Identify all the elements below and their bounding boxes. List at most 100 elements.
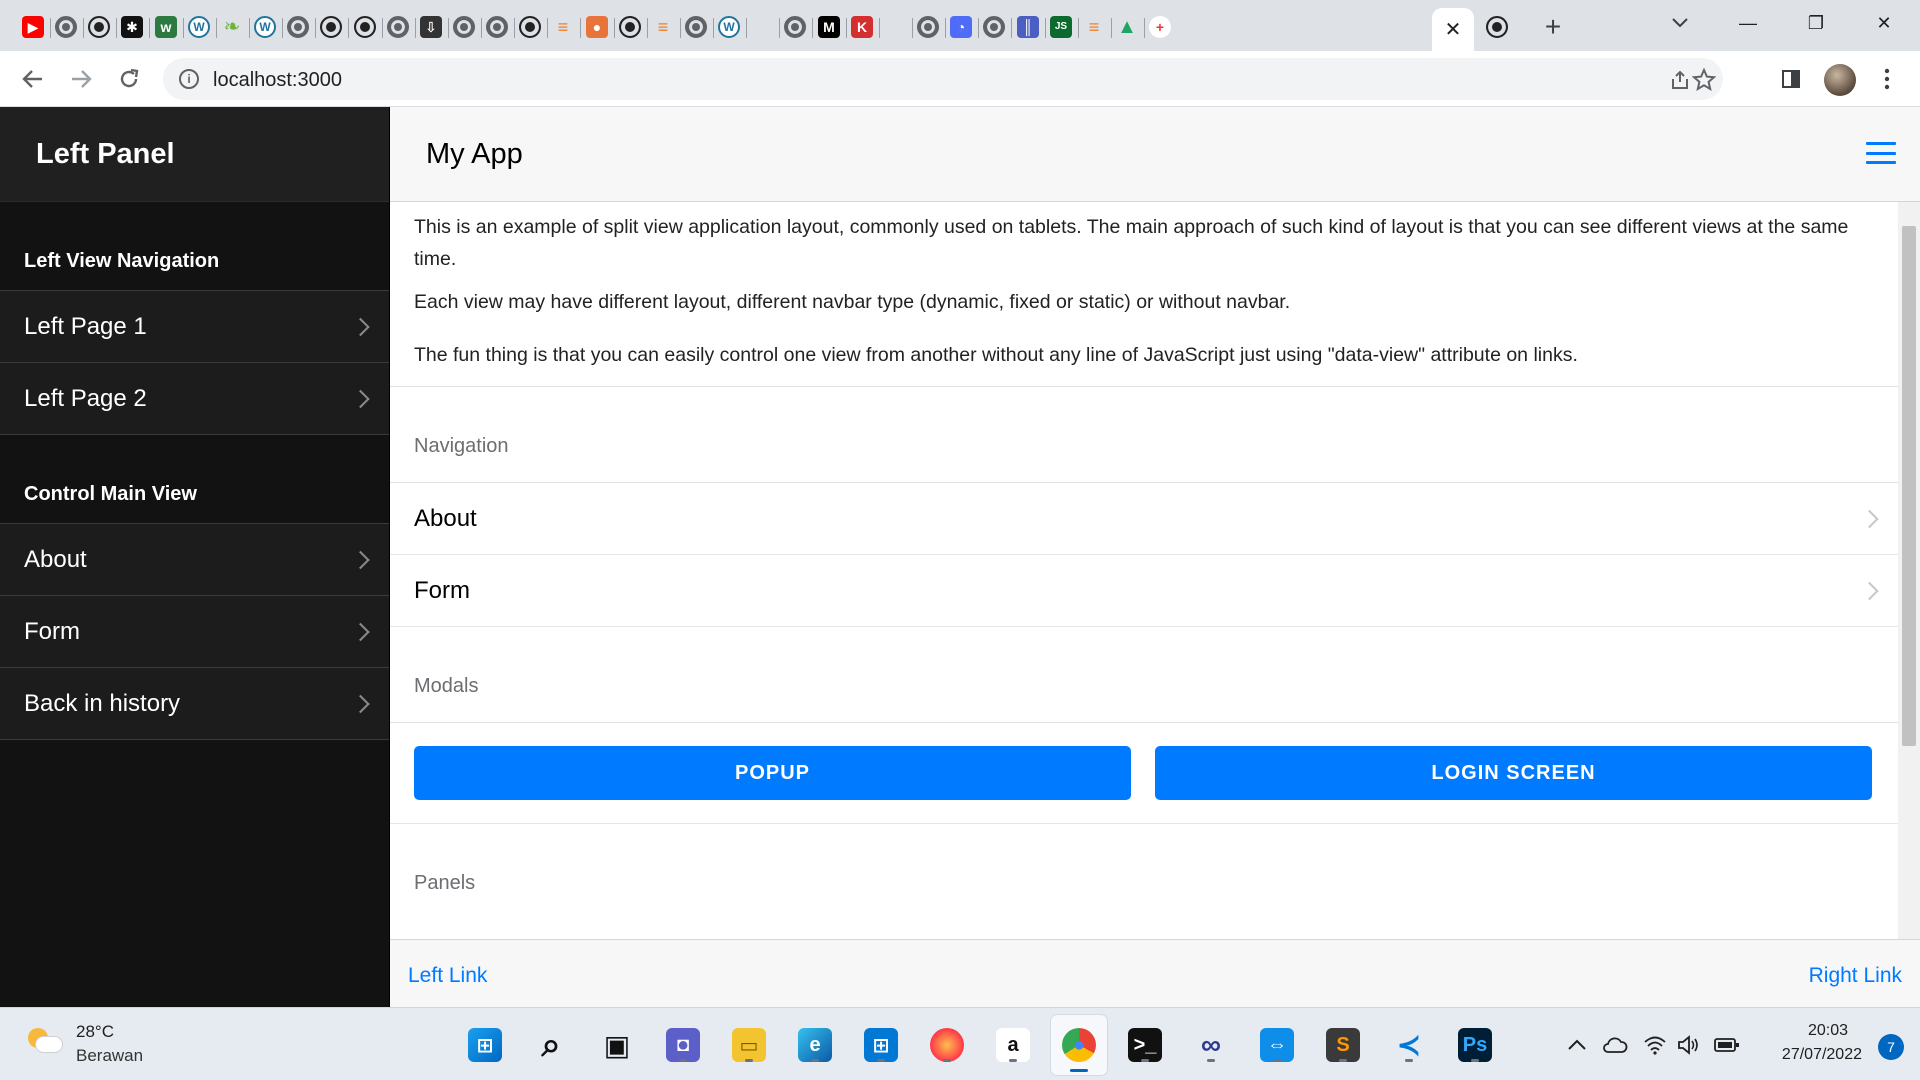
site-info-icon[interactable]: i — [179, 69, 199, 89]
taskbar-app[interactable]: ∞ — [1191, 1025, 1231, 1065]
blue-swirl-icon: ◔ — [950, 16, 972, 38]
browser-tab[interactable]: + — [1143, 10, 1177, 44]
browser-tab[interactable]: ▶ — [16, 10, 50, 44]
clock-time[interactable]: 20:03 — [1808, 1022, 1848, 1040]
tab-github[interactable] — [1480, 10, 1514, 44]
browser-tab[interactable]: ║ — [1011, 10, 1045, 44]
profile-avatar[interactable] — [1824, 64, 1856, 96]
left-link[interactable]: Left Link — [408, 964, 487, 988]
new-tab-button[interactable]: + — [1538, 11, 1568, 42]
login-screen-button[interactable]: LOGIN SCREEN — [1155, 746, 1872, 800]
browser-tab[interactable] — [447, 10, 481, 44]
taskbar-app[interactable]: ⊞ — [861, 1025, 901, 1065]
browser-tab[interactable] — [513, 10, 547, 44]
browser-tab[interactable]: ▲ — [1110, 10, 1144, 44]
speaker-icon[interactable] — [1676, 1032, 1702, 1058]
browser-tab[interactable] — [745, 10, 779, 44]
browser-tab[interactable]: ◔ — [944, 10, 978, 44]
browser-tab[interactable]: w — [149, 10, 183, 44]
browser-tab[interactable]: K — [845, 10, 879, 44]
weather-description[interactable]: Berawan — [76, 1046, 143, 1066]
browser-tab[interactable] — [49, 10, 83, 44]
share-icon[interactable] — [1667, 67, 1693, 93]
reload-button[interactable] — [112, 62, 146, 96]
browser-tab[interactable] — [281, 10, 315, 44]
taskbar-app[interactable]: ▣ — [597, 1025, 637, 1065]
partly-cloudy-icon[interactable] — [28, 1028, 62, 1054]
orange-circle-icon: ● — [586, 16, 608, 38]
taskbar-app[interactable]: e — [795, 1025, 835, 1065]
browser-tab[interactable]: JS — [1044, 10, 1078, 44]
scrollbar-thumb[interactable] — [1902, 226, 1916, 746]
clock-date[interactable]: 27/07/2022 — [1782, 1046, 1862, 1064]
wifi-icon[interactable] — [1642, 1032, 1668, 1058]
browser-tab[interactable] — [911, 10, 945, 44]
main-item-about[interactable]: About — [390, 483, 1898, 555]
back-button[interactable] — [16, 62, 50, 96]
notification-badge[interactable]: 7 — [1878, 1034, 1904, 1060]
main-page-content[interactable]: This is an example of split view applica… — [390, 202, 1898, 939]
more-menu-icon[interactable] — [1870, 62, 1904, 96]
left-item-form[interactable]: Form — [0, 596, 389, 668]
browser-tab[interactable] — [480, 10, 514, 44]
taskbar-app[interactable]: a — [993, 1025, 1033, 1065]
left-item-back-in-history[interactable]: Back in history — [0, 668, 389, 740]
active-tab[interactable]: ✕ — [1432, 8, 1474, 51]
taskbar-app[interactable]: ▭ — [729, 1025, 769, 1065]
main-scrollbar[interactable] — [1898, 202, 1920, 939]
browser-tab[interactable]: W — [182, 10, 216, 44]
browser-tab[interactable] — [977, 10, 1011, 44]
taskbar-app[interactable]: ◘ — [663, 1025, 703, 1065]
taskbar-app[interactable]: S — [1323, 1025, 1363, 1065]
battery-icon[interactable] — [1714, 1032, 1740, 1058]
browser-tab[interactable] — [613, 10, 647, 44]
browser-tab[interactable]: ≡ — [646, 10, 680, 44]
hamburger-menu-icon[interactable] — [1866, 142, 1896, 164]
main-view: My App This is an example of split view … — [390, 107, 1920, 1007]
main-item-form[interactable]: Form — [390, 555, 1898, 627]
close-window-button[interactable]: ✕ — [1866, 8, 1902, 38]
chevron-down-icon[interactable] — [1662, 8, 1698, 38]
browser-tab[interactable]: ≡ — [1077, 10, 1111, 44]
taskbar-app[interactable]: ≺ — [1389, 1025, 1429, 1065]
left-item-left-page-1[interactable]: Left Page 1 — [0, 291, 389, 363]
browser-tab[interactable]: W — [712, 10, 746, 44]
forward-button[interactable] — [64, 62, 98, 96]
url-text[interactable]: localhost:3000 — [213, 69, 342, 92]
taskbar-app[interactable]: ⇔ — [1257, 1025, 1297, 1065]
browser-tab[interactable] — [381, 10, 415, 44]
browser-tab[interactable] — [348, 10, 382, 44]
restore-button[interactable]: ❐ — [1798, 8, 1834, 38]
browser-tab[interactable]: ⇩ — [414, 10, 448, 44]
taskbar-app[interactable]: ⊞ — [465, 1025, 505, 1065]
right-link[interactable]: Right Link — [1809, 964, 1902, 988]
popup-button[interactable]: POPUP — [414, 746, 1131, 800]
chevron-right-icon — [1860, 509, 1879, 528]
taskbar-app[interactable]: ⌕ — [531, 1025, 571, 1065]
close-tab-icon[interactable]: ✕ — [1445, 17, 1462, 42]
taskbar-app[interactable]: ● — [1051, 1015, 1107, 1075]
browser-tab[interactable]: M — [812, 10, 846, 44]
browser-tab[interactable]: ● — [580, 10, 614, 44]
browser-tab[interactable] — [314, 10, 348, 44]
left-item-about[interactable]: About — [0, 524, 389, 596]
taskbar-app[interactable] — [927, 1025, 967, 1065]
bookmark-star-icon[interactable] — [1691, 67, 1717, 93]
browser-tab[interactable]: ≡ — [546, 10, 580, 44]
browser-tab[interactable] — [878, 10, 912, 44]
weather-temperature[interactable]: 28°C — [76, 1022, 114, 1042]
minimize-button[interactable]: — — [1730, 8, 1766, 38]
browser-tab[interactable] — [778, 10, 812, 44]
browser-tab[interactable]: ❧ — [215, 10, 249, 44]
browser-tab[interactable]: ✱ — [115, 10, 149, 44]
cloud-icon[interactable] — [1602, 1032, 1628, 1058]
browser-tab[interactable] — [679, 10, 713, 44]
taskbar-app[interactable]: Ps — [1455, 1025, 1495, 1065]
browser-tab[interactable]: W — [248, 10, 282, 44]
chevron-up-icon[interactable] — [1564, 1032, 1590, 1058]
taskbar-app[interactable]: >_ — [1125, 1025, 1165, 1065]
address-bar[interactable]: i localhost:3000 — [163, 58, 1723, 100]
browser-tab[interactable] — [82, 10, 116, 44]
left-item-left-page-2[interactable]: Left Page 2 — [0, 363, 389, 435]
side-panel-icon[interactable] — [1774, 62, 1808, 96]
